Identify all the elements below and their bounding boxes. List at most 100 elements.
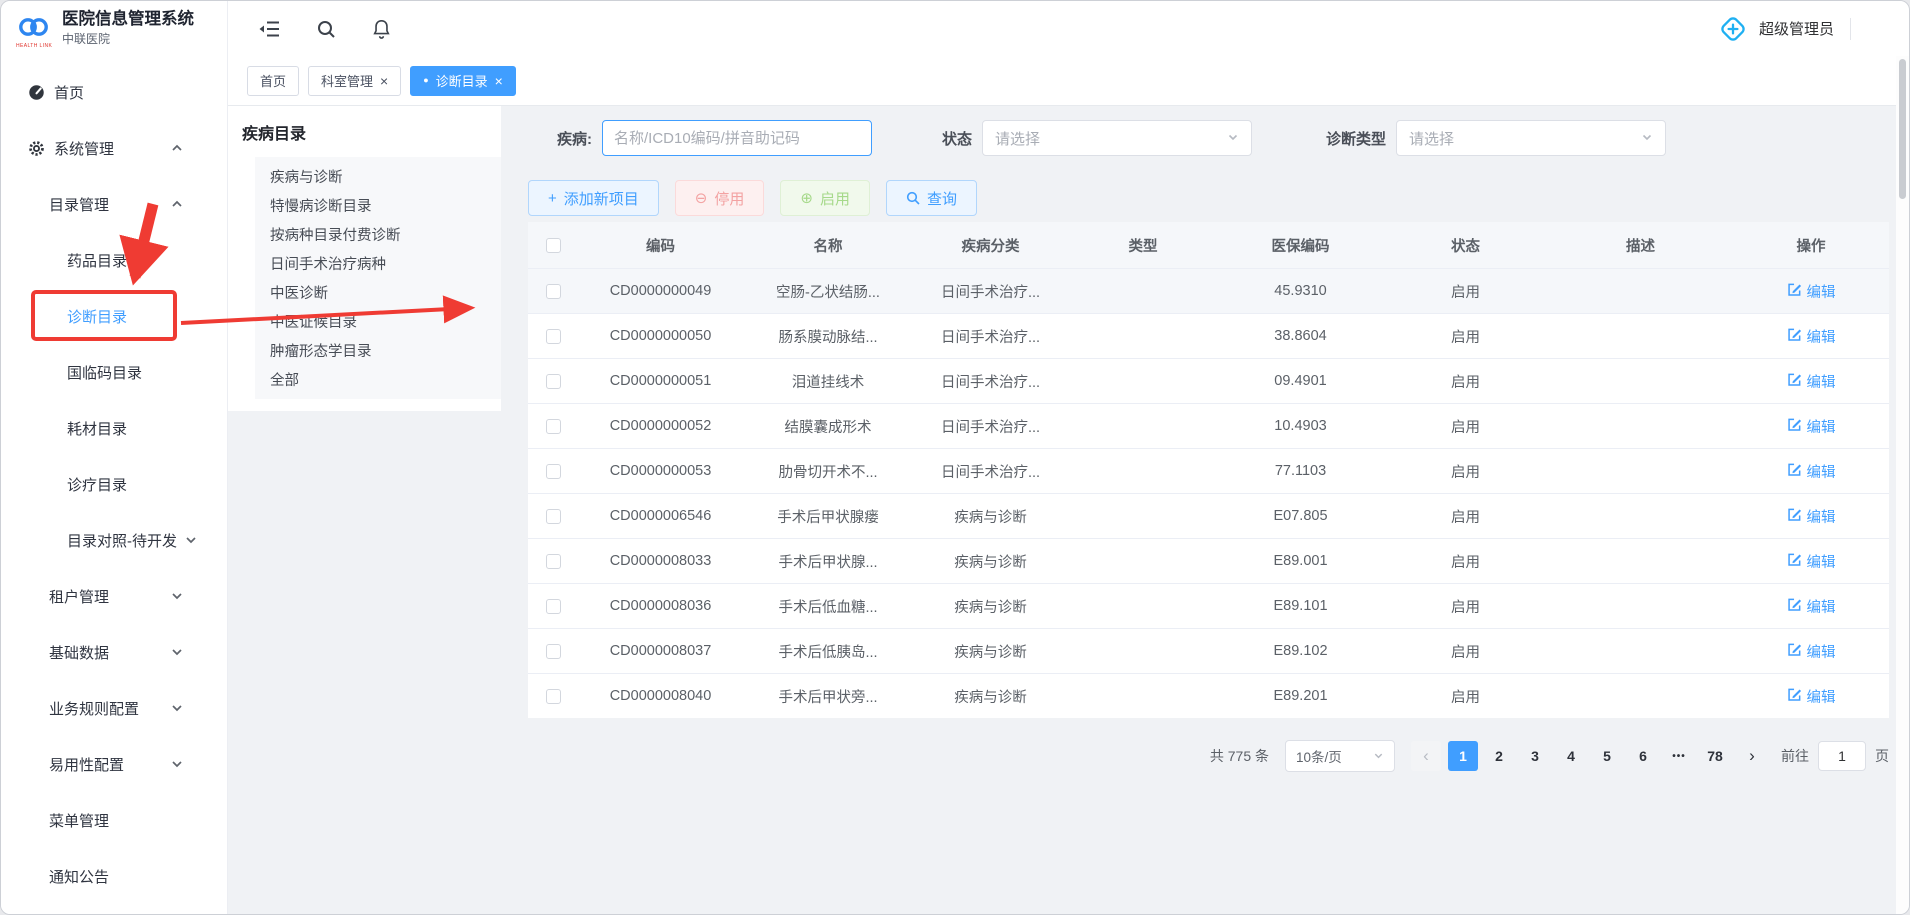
header-checkbox-cell: [528, 238, 578, 253]
edit-icon: [1787, 552, 1802, 571]
sidebar-item-label: 诊断目录: [67, 306, 127, 327]
sidebar-item-4[interactable]: 诊断目录: [1, 288, 227, 344]
sidebar-item-label: 目录管理: [49, 194, 109, 215]
next-page-button[interactable]: ›: [1737, 741, 1767, 771]
disease-filter-group: 疾病:: [557, 120, 872, 156]
close-icon[interactable]: ×: [380, 74, 388, 88]
panel-item-4[interactable]: 中医诊断: [255, 278, 501, 307]
user-name: 超级管理员: [1759, 18, 1834, 39]
disease-search-input[interactable]: [602, 120, 872, 156]
panel-item-2[interactable]: 按病种目录付费诊断: [255, 220, 501, 249]
sidebar-item-11[interactable]: 业务规则配置: [1, 680, 227, 736]
edit-button[interactable]: 编辑: [1787, 686, 1836, 707]
status-select[interactable]: 请选择: [982, 120, 1252, 156]
page-button-3[interactable]: 3: [1520, 741, 1550, 771]
tab-0[interactable]: 首页: [247, 66, 299, 96]
query-button[interactable]: 查询: [886, 180, 977, 216]
sidebar-item-12[interactable]: 易用性配置: [1, 736, 227, 792]
page-button-4[interactable]: 4: [1556, 741, 1586, 771]
page-size-select[interactable]: 10条/页: [1285, 740, 1395, 772]
row-checkbox[interactable]: [546, 554, 561, 569]
tab-2[interactable]: ●诊断目录×: [410, 66, 516, 96]
edit-button[interactable]: 编辑: [1787, 506, 1836, 527]
goto-page-input[interactable]: [1818, 741, 1866, 771]
cell-name: 空肠-乙状结肠...: [743, 281, 913, 302]
enable-label: 启用: [820, 188, 850, 209]
user-area[interactable]: 超级管理员: [1718, 14, 1851, 44]
row-checkbox[interactable]: [546, 329, 561, 344]
disable-button[interactable]: ⊖ 停用: [675, 180, 765, 216]
chevron-down-icon: [1373, 749, 1384, 764]
pager-pages: 123456•••78: [1445, 741, 1733, 771]
edit-button[interactable]: 编辑: [1787, 551, 1836, 572]
row-checkbox-cell: [528, 599, 578, 614]
sidebar-item-2[interactable]: 目录管理: [1, 176, 227, 232]
tab-1[interactable]: 科室管理 ×: [308, 66, 401, 96]
sidebar-item-8[interactable]: 目录对照-待开发: [1, 512, 227, 568]
edit-label: 编辑: [1807, 461, 1836, 482]
select-all-checkbox[interactable]: [546, 238, 561, 253]
sidebar-item-5[interactable]: 国临码目录: [1, 344, 227, 400]
close-icon[interactable]: ×: [495, 74, 503, 88]
cell-actions: 编辑: [1733, 281, 1889, 302]
sidebar-item-3[interactable]: 药品目录: [1, 232, 227, 288]
page-button-78[interactable]: 78: [1700, 741, 1730, 771]
search-icon[interactable]: [316, 19, 336, 39]
sidebar-item-10[interactable]: 基础数据: [1, 624, 227, 680]
row-checkbox[interactable]: [546, 644, 561, 659]
page-button-1[interactable]: 1: [1448, 741, 1478, 771]
sidebar-item-9[interactable]: 租户管理: [1, 568, 227, 624]
sidebar-item-13[interactable]: 菜单管理: [1, 792, 227, 848]
sidebar-item-0[interactable]: 首页: [1, 64, 227, 120]
panel-item-3[interactable]: 日间手术治疗病种: [255, 249, 501, 278]
page-button-2[interactable]: 2: [1484, 741, 1514, 771]
row-checkbox[interactable]: [546, 599, 561, 614]
user-hospital-icon: [1718, 14, 1748, 44]
row-checkbox[interactable]: [546, 419, 561, 434]
edit-button[interactable]: 编辑: [1787, 416, 1836, 437]
row-checkbox[interactable]: [546, 509, 561, 524]
add-item-button[interactable]: + 添加新项目: [528, 180, 659, 216]
row-checkbox-cell: [528, 644, 578, 659]
sidebar-item-14[interactable]: 通知公告: [1, 848, 227, 904]
table-row-8: CD0000008037手术后低胰岛...疾病与诊断E89.102启用编辑: [528, 628, 1889, 673]
notification-bell-icon[interactable]: [372, 19, 391, 39]
sidebar-item-label: 药品目录: [67, 250, 127, 271]
cell-status: 启用: [1383, 281, 1548, 302]
cell-category: 疾病与诊断: [913, 506, 1068, 527]
table-row-4: CD0000000053肋骨切开术不...日间手术治疗...77.1103启用编…: [528, 448, 1889, 493]
row-checkbox[interactable]: [546, 284, 561, 299]
panel-item-0[interactable]: 疾病与诊断: [255, 162, 501, 191]
enable-button[interactable]: ⊕ 启用: [780, 180, 870, 216]
cell-insurance-code: 10.4903: [1218, 418, 1383, 434]
row-checkbox[interactable]: [546, 374, 561, 389]
cell-name: 泪道挂线术: [743, 371, 913, 392]
row-checkbox[interactable]: [546, 689, 561, 704]
collapse-sidebar-icon[interactable]: [258, 20, 280, 38]
page-size-value: 10条/页: [1296, 746, 1342, 766]
column-header-1: 名称: [743, 235, 913, 256]
panel-item-6[interactable]: 肿瘤形态学目录: [255, 336, 501, 365]
edit-button[interactable]: 编辑: [1787, 281, 1836, 302]
edit-button[interactable]: 编辑: [1787, 371, 1836, 392]
status-select-placeholder: 请选择: [995, 128, 1040, 149]
row-checkbox[interactable]: [546, 464, 561, 479]
diagnosis-type-select[interactable]: 请选择: [1396, 120, 1666, 156]
edit-button[interactable]: 编辑: [1787, 461, 1836, 482]
sidebar-item-7[interactable]: 诊疗目录: [1, 456, 227, 512]
page-button-6[interactable]: 6: [1628, 741, 1658, 771]
edit-button[interactable]: 编辑: [1787, 641, 1836, 662]
status-filter-label: 状态: [942, 128, 972, 149]
page-button-5[interactable]: 5: [1592, 741, 1622, 771]
tab-label: 科室管理: [321, 71, 373, 90]
pager-ellipsis[interactable]: •••: [1664, 741, 1694, 771]
sidebar-item-6[interactable]: 耗材目录: [1, 400, 227, 456]
panel-item-1[interactable]: 特慢病诊断目录: [255, 191, 501, 220]
edit-button[interactable]: 编辑: [1787, 596, 1836, 617]
prev-page-button[interactable]: ‹: [1411, 741, 1441, 771]
sidebar-item-1[interactable]: 系统管理: [1, 120, 227, 176]
scrollbar-thumb[interactable]: [1899, 59, 1906, 199]
panel-item-5[interactable]: 中医证候目录: [255, 307, 501, 336]
panel-item-7[interactable]: 全部: [255, 365, 501, 394]
edit-button[interactable]: 编辑: [1787, 326, 1836, 347]
